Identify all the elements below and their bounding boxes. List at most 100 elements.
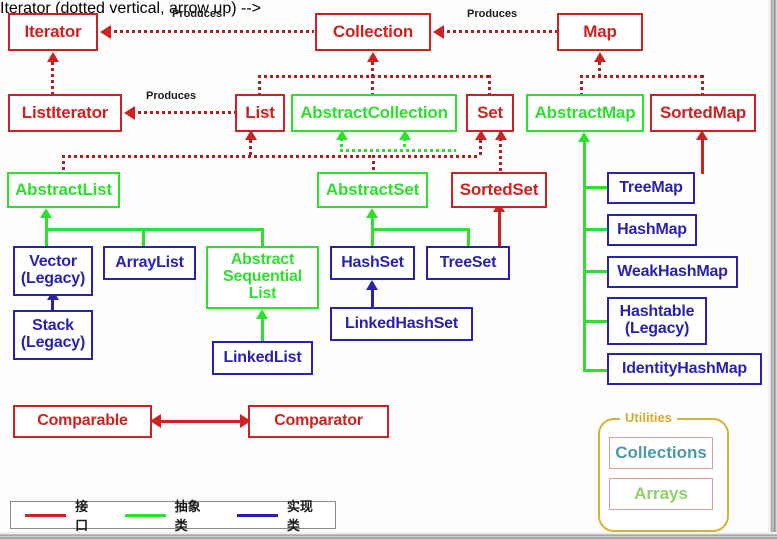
edge-map-bus-stem (598, 62, 601, 76)
arrowhead-iterator-produces (100, 25, 111, 39)
node-abstractcollection[interactable]: AbstractCollection (291, 94, 457, 132)
node-weakhashmap[interactable]: WeakHashMap (607, 256, 738, 288)
edge-abstractlist-rail (62, 155, 374, 158)
edge-trunk-to-hashtable (583, 320, 609, 323)
window-frame-right-edge (768, 0, 777, 540)
node-hashset-label: HashSet (341, 253, 404, 271)
edge-map-bus-rail (580, 75, 704, 78)
node-set[interactable]: Set (466, 94, 514, 132)
edge-rail-to-abstractseqlist (261, 228, 264, 248)
legend-abstract-swatch (124, 513, 166, 517)
edge-linkedhashset-to-hashset (371, 288, 374, 308)
node-sortedset[interactable]: SortedSet (451, 172, 547, 208)
edge-listiterator-extends-iterator (51, 62, 54, 94)
node-abstractset-label: AbstractSet (325, 180, 420, 200)
node-treeset-label: TreeSet (439, 253, 497, 271)
node-linkedlist-label: LinkedList (223, 348, 302, 366)
node-linkedhashset-label: LinkedHashSet (345, 314, 458, 332)
node-list-label: List (245, 103, 275, 123)
edge-trunk-to-weakhashmap (583, 270, 609, 273)
node-treemap-label: TreeMap (619, 178, 683, 196)
node-abstractseqlist-label: Abstract Sequential List (223, 251, 302, 302)
node-comparator[interactable]: Comparator (248, 405, 389, 438)
node-map-label: Map (583, 22, 617, 42)
legend-implementation: 实现类 (236, 496, 325, 534)
diagram-canvas: Iterator (dotted vertical, arrow up) --> (0, 0, 777, 540)
edge-linkedlist-to-abstractseqlist (261, 319, 264, 343)
edge-abstractlist-to-list-stem (249, 140, 252, 156)
node-sortedmap[interactable]: SortedMap (650, 94, 756, 132)
node-hashtable[interactable]: Hashtable (Legacy) (607, 297, 707, 345)
arrowhead-collection-extends (367, 52, 379, 62)
window-frame-bottom-edge (0, 532, 777, 540)
node-comparable-label: Comparable (37, 412, 128, 430)
node-linkedlist[interactable]: LinkedList (212, 341, 313, 375)
edge-sortedmap-to-map-bus (701, 75, 704, 94)
node-iterator[interactable]: Iterator (8, 13, 98, 51)
edge-set-to-collection-bus (488, 75, 491, 94)
arrowhead-hashset (366, 280, 378, 290)
edge-trunk-to-hashmap (583, 228, 609, 231)
utilities-group-label: Utilities (620, 410, 677, 425)
edge-collection-produces-iterator (114, 30, 314, 33)
node-abstractmap-label: AbstractMap (534, 103, 636, 123)
legend-bar: 接口 抽象类 实现类 (10, 500, 336, 534)
node-list[interactable]: List (235, 94, 285, 132)
edge-map-produces-collection (447, 30, 557, 33)
arrowhead-abstractmap (578, 132, 590, 142)
arrowhead-abstractseqlist (256, 309, 268, 319)
node-abstractlist[interactable]: AbstractList (7, 172, 120, 208)
node-abstractset[interactable]: AbstractSet (317, 172, 428, 208)
node-map[interactable]: Map (557, 13, 643, 51)
edge-abstractcollection-to-collection-bus (371, 75, 374, 94)
node-hashtable-label: Hashtable (Legacy) (619, 303, 695, 337)
node-stack-label: Stack (Legacy) (20, 317, 86, 351)
node-treeset[interactable]: TreeSet (426, 246, 510, 280)
edge-label-produces-map: Produces (467, 8, 518, 20)
utility-arrays-label: Arrays (634, 484, 688, 503)
edge-set-impl-rail (371, 228, 470, 231)
utilities-group (598, 418, 729, 532)
node-identityhashmap-label: IdentityHashMap (621, 359, 748, 377)
edge-abstractmap-to-map-bus (580, 75, 583, 94)
arrowhead-listiterator-produces (124, 106, 135, 120)
edge-treeset-to-sortedset (498, 210, 501, 248)
legend-interface-label: 接口 (75, 500, 89, 534)
node-weakhashmap-label: WeakHashMap (617, 262, 728, 280)
node-abstractmap[interactable]: AbstractMap (526, 94, 644, 132)
legend-interface-swatch (25, 513, 67, 517)
arrowhead-abstractlist (40, 208, 52, 218)
node-hashmap[interactable]: HashMap (607, 214, 697, 246)
edge-trunk-to-identityhashmap (583, 369, 609, 372)
edge-abstractset-to-set (479, 140, 482, 156)
edge-abstractcollection-rail-left (340, 149, 456, 152)
legend-abstract: 抽象类 (124, 496, 213, 534)
edge-abstractmap-trunk (583, 142, 586, 372)
arrowhead-iterator-extends (47, 52, 59, 62)
utility-collections[interactable]: Collections (609, 437, 713, 469)
arrowhead-map-extends (594, 52, 606, 62)
edge-list-impl-rail (45, 228, 263, 231)
node-treemap[interactable]: TreeMap (607, 172, 695, 204)
node-abstractseqlist[interactable]: Abstract Sequential List (206, 246, 319, 309)
node-arraylist[interactable]: ArrayList (103, 246, 196, 280)
edge-abstractlist-stem (62, 155, 65, 172)
utility-arrays[interactable]: Arrays (609, 478, 713, 510)
node-vector[interactable]: Vector (Legacy) (13, 246, 93, 296)
node-comparator-label: Comparator (274, 412, 363, 430)
node-hashset[interactable]: HashSet (330, 246, 415, 280)
node-collection[interactable]: Collection (315, 13, 431, 51)
edge-list-produces-listiterator (138, 111, 235, 114)
node-identityhashmap[interactable]: IdentityHashMap (607, 353, 762, 385)
legend-implementation-label: 实现类 (286, 500, 313, 534)
edge-treemap-to-sortedmap (701, 140, 704, 174)
node-linkedhashset[interactable]: LinkedHashSet (330, 307, 473, 341)
node-comparable[interactable]: Comparable (13, 405, 152, 438)
node-stack[interactable]: Stack (Legacy) (13, 310, 93, 360)
edge-rail-to-treeset (467, 228, 470, 248)
legend-interface: 接口 (25, 496, 101, 534)
edge-label-produces-listiterator: Produces (146, 90, 197, 102)
edge-trunk-to-treemap (583, 186, 609, 189)
arrowhead-collection-produces (433, 25, 444, 39)
node-listiterator[interactable]: ListIterator (8, 94, 122, 132)
